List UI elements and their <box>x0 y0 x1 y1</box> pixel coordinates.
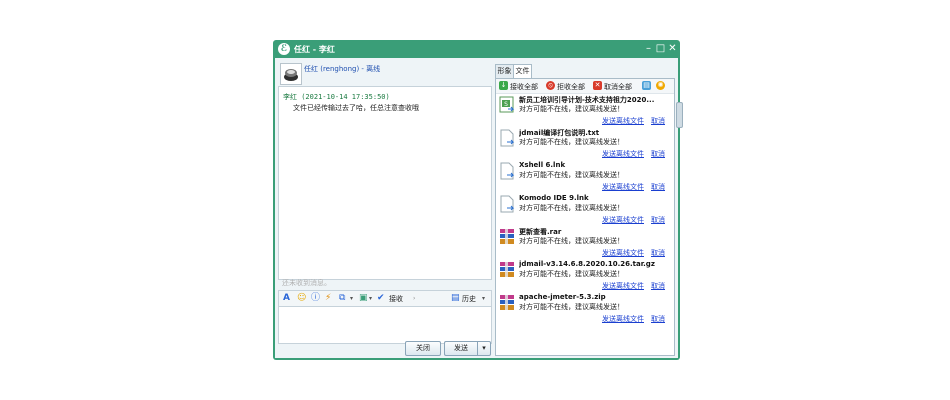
image-icon[interactable]: ▣ <box>359 293 368 304</box>
emoji-icon[interactable]: ☺ <box>297 293 306 304</box>
file-name: apache-jmeter-5.3.zip <box>519 293 606 301</box>
chat-pane: 任红 (renghong) - 离线 李红 (2021-10-14 17:35:… <box>278 60 492 356</box>
folder-icon[interactable]: ▤ <box>642 81 651 90</box>
cancel-link[interactable]: 取消 <box>651 248 665 258</box>
send-offline-link[interactable]: 发送离线文件 <box>602 215 644 225</box>
message-header: 李红 (2021-10-14 17:35:50) <box>283 93 390 101</box>
accept-all-icon[interactable]: ↓ <box>499 81 508 90</box>
file-icon <box>500 162 515 180</box>
file-status: 对方可能不在线，建议离线发送！ <box>519 171 624 179</box>
file-status: 对方可能不在线，建议离线发送！ <box>519 303 624 311</box>
history-dropdown-icon[interactable]: ▾ <box>482 293 485 304</box>
file-transfer-panel: ↓ 接收全部 ⦸ 拒收全部 ✕ 取消全部 ▤ ✺ S 新员工培训引导计划-技术支… <box>495 78 675 356</box>
contact-name[interactable]: 任红 (renghong) - 离线 <box>304 64 380 74</box>
shake-icon[interactable]: ⚡ <box>325 293 331 304</box>
file-item: jdmail编译打包说明.txt 对方可能不在线，建议离线发送！ 发送离线文件 … <box>496 127 674 160</box>
send-offline-link[interactable]: 发送离线文件 <box>602 149 644 159</box>
file-toolbar: ↓ 接收全部 ⦸ 拒收全部 ✕ 取消全部 ▤ ✺ <box>496 79 674 94</box>
cancel-link[interactable]: 取消 <box>651 314 665 324</box>
status-hint: 还未收到消息。 <box>282 279 331 287</box>
cancel-link[interactable]: 取消 <box>651 215 665 225</box>
file-status: 对方可能不在线，建议离线发送！ <box>519 204 624 212</box>
window-title: 任红 - 李红 <box>294 45 335 54</box>
tab-profile[interactable]: 形象 <box>495 64 514 78</box>
send-offline-link[interactable]: 发送离线文件 <box>602 281 644 291</box>
document-icon: S <box>499 96 515 113</box>
accept-all-button[interactable]: 接收全部 <box>510 82 538 92</box>
title-bar[interactable]: ℰ 任红 - 李红 – □ ✕ <box>273 40 680 58</box>
send-offline-link[interactable]: 发送离线文件 <box>602 116 644 126</box>
archive-icon <box>500 229 514 244</box>
cancel-link[interactable]: 取消 <box>651 281 665 291</box>
close-button[interactable]: 关闭 <box>405 341 441 356</box>
message-input[interactable] <box>278 306 492 344</box>
cancel-all-button[interactable]: 取消全部 <box>604 82 632 92</box>
history-icon[interactable]: ▤ <box>451 293 460 304</box>
contact-header: 任红 (renghong) - 离线 <box>278 60 492 86</box>
cancel-link[interactable]: 取消 <box>651 149 665 159</box>
cancel-all-icon[interactable]: ✕ <box>593 81 602 90</box>
font-icon[interactable]: A <box>283 293 290 304</box>
maximize-button[interactable]: □ <box>655 42 666 55</box>
info-icon[interactable]: ⓘ <box>311 293 320 304</box>
check-icon[interactable]: ✔ <box>377 293 385 304</box>
screenshot-icon[interactable]: ⧉ <box>339 293 345 304</box>
file-icon <box>500 129 515 147</box>
file-name: Xshell 6.lnk <box>519 161 566 169</box>
archive-icon <box>500 262 514 277</box>
cancel-link[interactable]: 取消 <box>651 116 665 126</box>
send-offline-link[interactable]: 发送离线文件 <box>602 314 644 324</box>
collapse-panel-handle[interactable] <box>676 102 683 128</box>
file-item: jdmail-v3.14.6.8.2020.10.26.tar.gz 对方可能不… <box>496 259 674 292</box>
file-item: 更新查看.rar 对方可能不在线，建议离线发送！ 发送离线文件 取消 <box>496 226 674 259</box>
file-item: apache-jmeter-5.3.zip 对方可能不在线，建议离线发送！ 发送… <box>496 292 674 325</box>
reject-all-button[interactable]: 拒收全部 <box>557 82 585 92</box>
file-item: Komodo IDE 9.lnk 对方可能不在线，建议离线发送！ 发送离线文件 … <box>496 193 674 226</box>
send-options-dropdown[interactable]: ▾ <box>477 341 491 356</box>
app-logo-icon: ℰ <box>278 43 290 55</box>
cancel-link[interactable]: 取消 <box>651 182 665 192</box>
file-status: 对方可能不在线，建议离线发送！ <box>519 105 624 113</box>
message-text: 文件已经传输过去了哈，任总注意查收哦 <box>293 104 419 112</box>
close-window-button[interactable]: ✕ <box>667 42 678 55</box>
file-name: jdmail-v3.14.6.8.2020.10.26.tar.gz <box>519 260 655 268</box>
more-arrow-icon[interactable]: › <box>413 293 415 304</box>
receive-label[interactable]: 接收 <box>389 294 403 304</box>
send-button[interactable]: 发送 <box>444 341 477 356</box>
reject-all-icon[interactable]: ⦸ <box>546 81 555 90</box>
file-item: S 新员工培训引导计划-技术支持祖力2020... 对方可能不在线，建议离线发送… <box>496 94 674 127</box>
file-name: Komodo IDE 9.lnk <box>519 194 589 202</box>
file-pane: 形象 文件 ↓ 接收全部 ⦸ 拒收全部 ✕ 取消全部 ▤ ✺ S 新员工培训引导… <box>495 60 675 356</box>
image-dropdown-icon[interactable]: ▾ <box>369 293 372 304</box>
window-client: 任红 (renghong) - 离线 李红 (2021-10-14 17:35:… <box>275 58 683 358</box>
svg-text:S: S <box>504 101 508 108</box>
file-status: 对方可能不在线，建议离线发送！ <box>519 270 624 278</box>
settings-gear-icon[interactable]: ✺ <box>656 81 665 90</box>
file-icon <box>500 195 515 213</box>
chat-window: ℰ 任红 - 李红 – □ ✕ 任红 (renghong) - 离线 李红 (2… <box>273 40 683 360</box>
file-status: 对方可能不在线，建议离线发送！ <box>519 237 624 245</box>
file-item: Xshell 6.lnk 对方可能不在线，建议离线发送！ 发送离线文件 取消 <box>496 160 674 193</box>
minimize-button[interactable]: – <box>643 42 654 55</box>
history-label[interactable]: 历史 <box>462 294 476 304</box>
screenshot-dropdown-icon[interactable]: ▾ <box>350 293 353 304</box>
input-toolbar: A ☺ ⓘ ⚡ ⧉ ▾ ▣ ▾ ✔ 接收 › ▤ 历史 ▾ <box>278 290 492 307</box>
send-offline-link[interactable]: 发送离线文件 <box>602 248 644 258</box>
file-status: 对方可能不在线，建议离线发送！ <box>519 138 624 146</box>
send-offline-link[interactable]: 发送离线文件 <box>602 182 644 192</box>
message-history[interactable]: 李红 (2021-10-14 17:35:50) 文件已经传输过去了哈，任总注意… <box>278 86 492 280</box>
archive-icon <box>500 295 514 310</box>
tab-files[interactable]: 文件 <box>513 64 532 79</box>
avatar[interactable] <box>280 63 302 85</box>
